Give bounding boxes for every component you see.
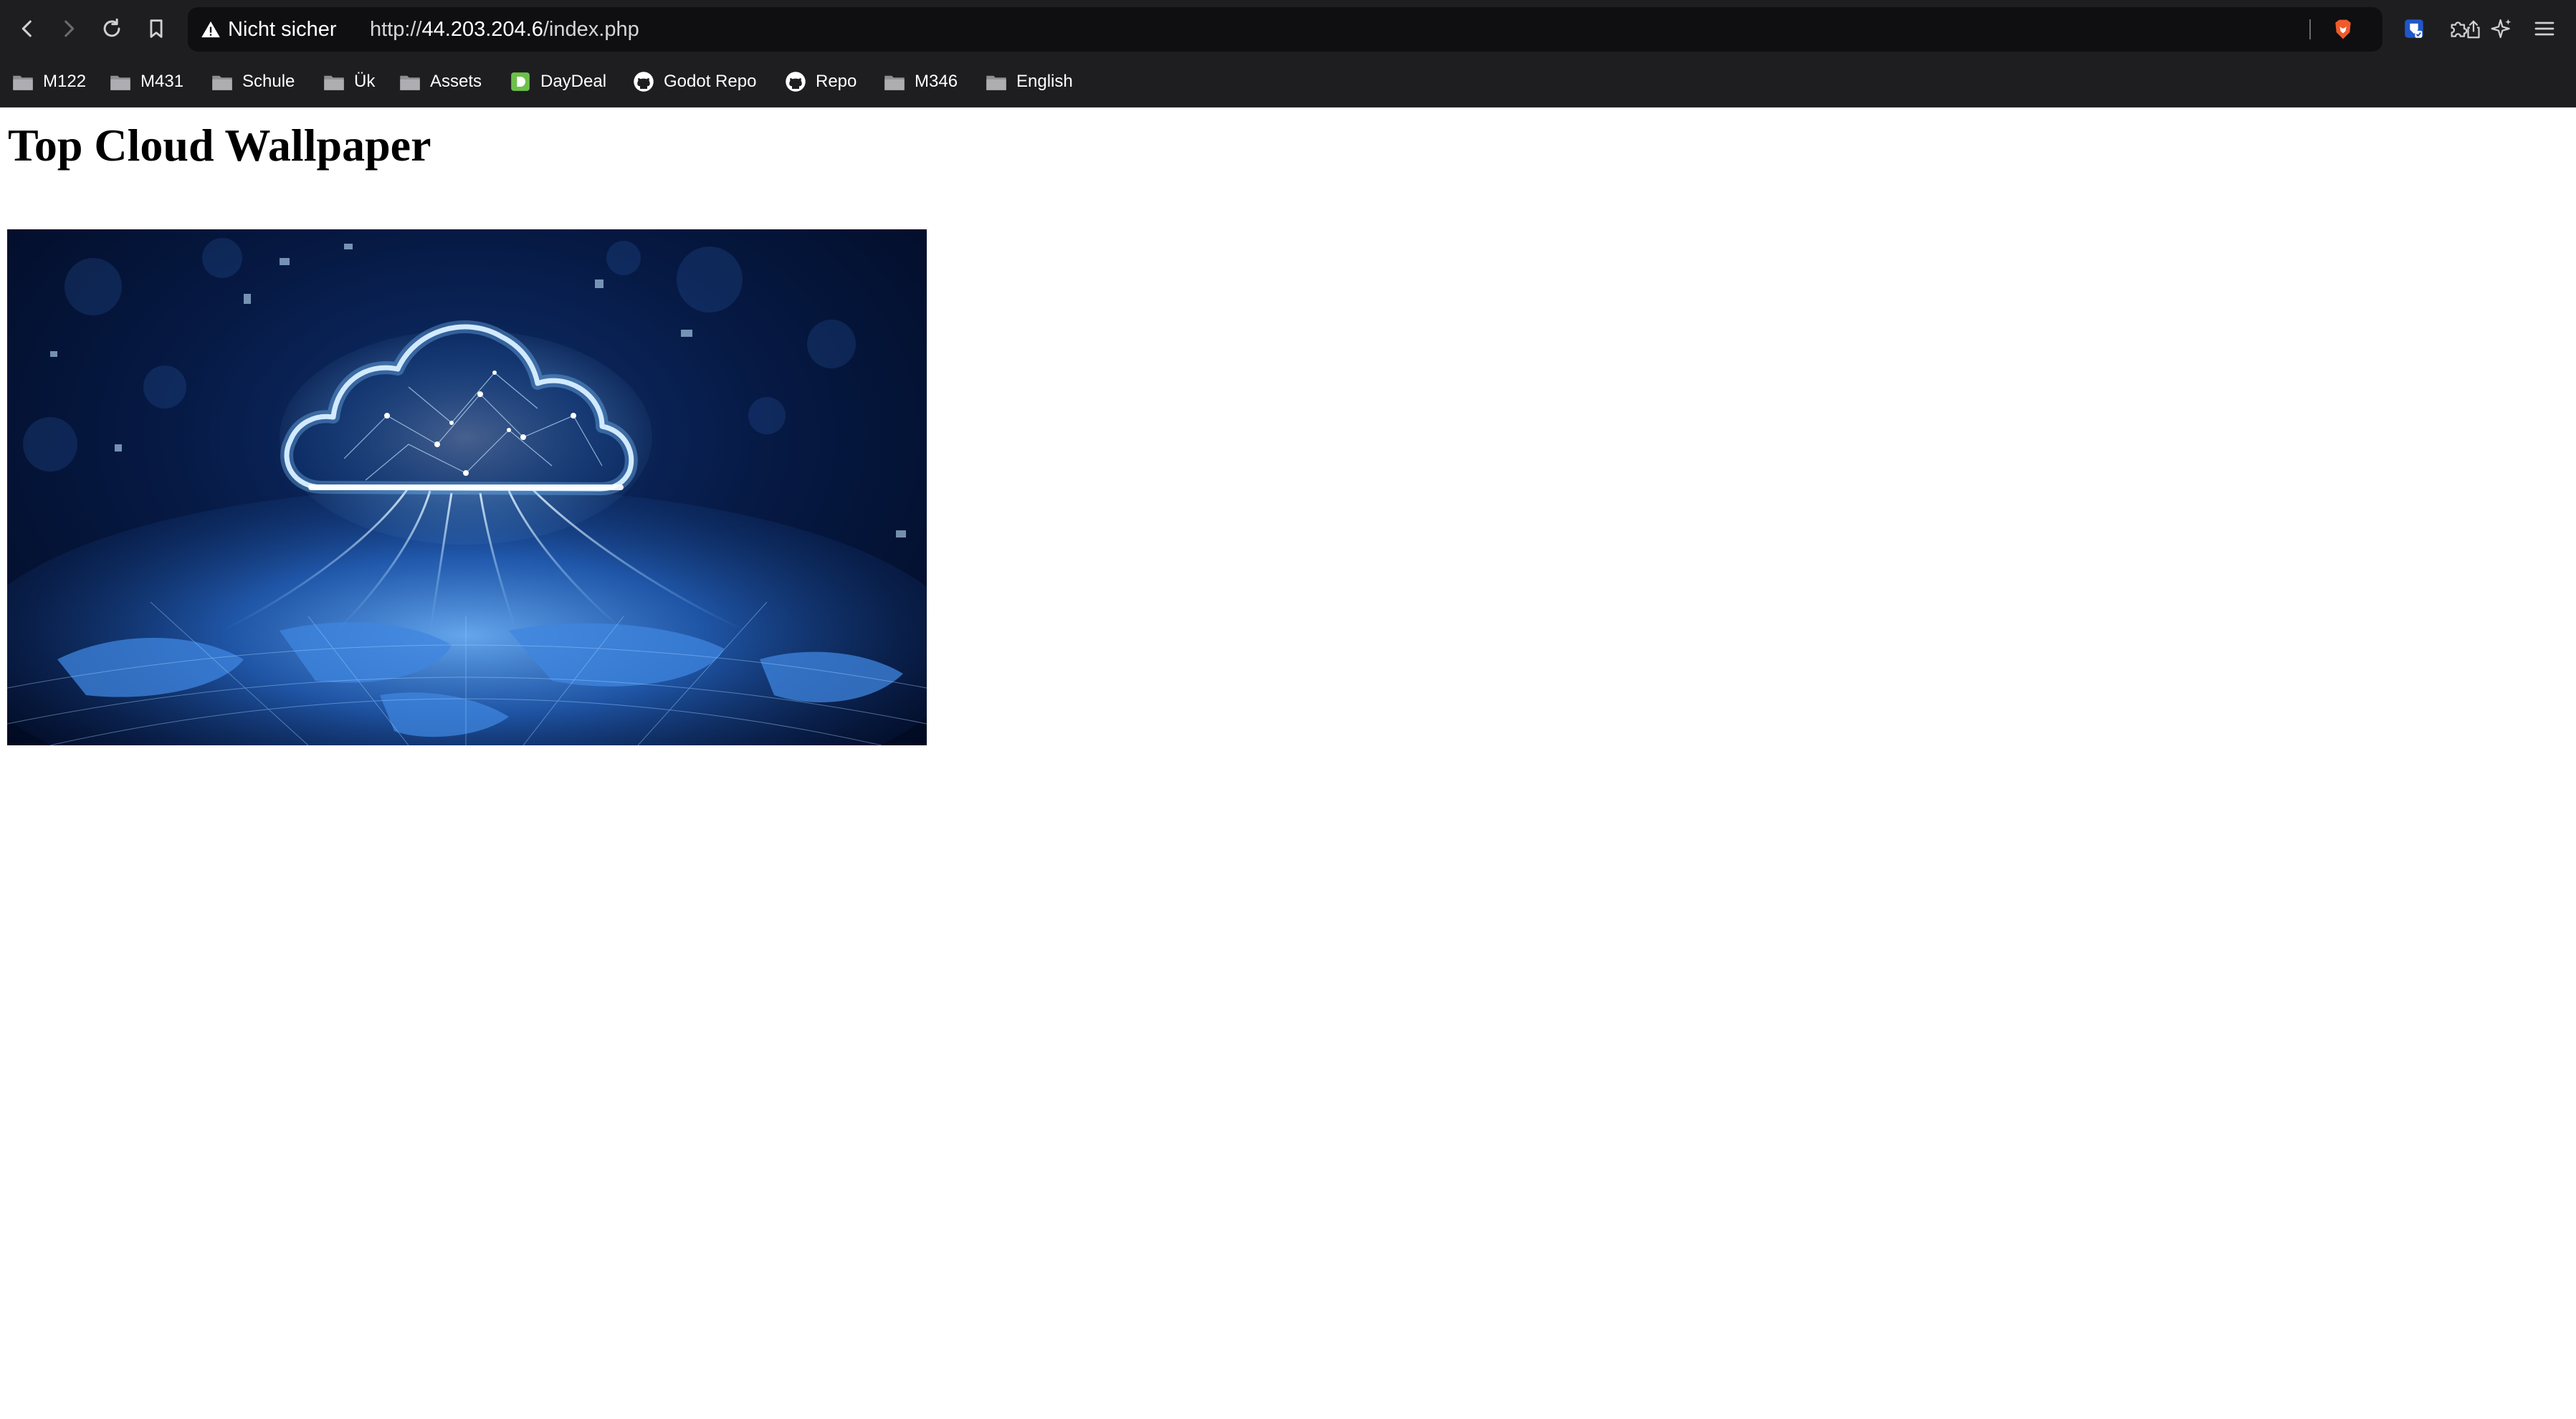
bookmark-icon	[150, 19, 163, 38]
bookmarks-bar: M122 M431 Schule Ük Assets DayDeal Godot…	[0, 57, 2576, 108]
bitwarden-shield-icon	[2405, 19, 2423, 38]
bookmark-label: English	[1016, 72, 1073, 91]
url-text[interactable]: http://44.203.204.6/index.php	[370, 17, 639, 42]
reload-button[interactable]	[95, 11, 129, 46]
reload-icon	[103, 18, 120, 37]
cloud-wallpaper-image	[7, 229, 927, 745]
github-icon	[784, 72, 807, 92]
bookmark-folder-m346[interactable]: M346	[883, 67, 958, 96]
sparkle-icon	[2491, 19, 2511, 39]
folder-icon	[883, 72, 906, 92]
main-menu-button[interactable]	[2530, 14, 2559, 43]
security-indicator[interactable]: Nicht sicher	[201, 17, 337, 42]
cloud-illustration	[7, 238, 927, 745]
security-label: Nicht sicher	[228, 17, 337, 41]
folder-icon	[211, 72, 234, 92]
chevron-left-icon	[22, 20, 32, 37]
bookmark-folder-english[interactable]: English	[985, 67, 1073, 96]
bookmark-label: M431	[140, 72, 184, 91]
daydeal-icon	[509, 72, 532, 92]
extensions-button[interactable]	[2444, 14, 2473, 43]
brave-lion-icon	[2335, 19, 2351, 39]
back-button[interactable]	[10, 11, 44, 46]
bookmark-folder-schule[interactable]: Schule	[211, 67, 295, 96]
bookmark-label: M122	[43, 72, 87, 91]
page-title: Top Cloud Wallpaper	[8, 120, 431, 171]
url-prefix: http://	[370, 18, 422, 41]
chevron-right-icon	[65, 20, 75, 37]
bookmark-godot-repo[interactable]: Godot Repo	[632, 67, 756, 96]
bookmark-folder-m122[interactable]: M122	[11, 67, 86, 96]
bookmark-daydeal[interactable]: DayDeal	[509, 67, 606, 96]
forward-button[interactable]	[52, 11, 86, 46]
bookmark-label: Godot Repo	[664, 72, 757, 91]
url-host: 44.203.204.6	[421, 18, 543, 41]
browser-toolbar: Nicht sicher http://44.203.204.6/index.p…	[0, 0, 2576, 57]
folder-icon	[985, 72, 1008, 92]
puzzle-icon	[2451, 22, 2468, 37]
hamburger-menu-icon	[2534, 22, 2554, 36]
bookmark-label: Ük	[354, 72, 376, 91]
bookmark-repo[interactable]: Repo	[784, 67, 857, 96]
bookmark-label: M346	[915, 72, 958, 91]
folder-icon	[109, 72, 132, 92]
address-bar[interactable]: Nicht sicher http://44.203.204.6/index.p…	[188, 7, 2480, 52]
folder-icon	[323, 72, 345, 92]
warning-triangle-icon	[201, 21, 220, 38]
bookmark-page-button[interactable]	[139, 11, 173, 46]
url-path: /index.php	[543, 18, 639, 41]
brave-shields-button[interactable]	[2331, 17, 2355, 42]
github-icon	[632, 72, 655, 92]
folder-icon	[399, 72, 421, 92]
bitwarden-extension-button[interactable]	[2400, 14, 2428, 43]
bookmark-label: Schule	[242, 72, 295, 91]
bookmark-folder-m431[interactable]: M431	[109, 67, 183, 96]
bookmark-label: Assets	[430, 72, 482, 91]
url-divider	[2309, 19, 2311, 39]
leo-assistant-button[interactable]	[2487, 14, 2516, 43]
bookmark-folder-uk[interactable]: Ük	[323, 67, 375, 96]
bookmark-label: DayDeal	[540, 72, 607, 91]
bookmark-folder-assets[interactable]: Assets	[399, 67, 482, 96]
bookmark-label: Repo	[816, 72, 857, 91]
folder-icon	[11, 72, 34, 92]
